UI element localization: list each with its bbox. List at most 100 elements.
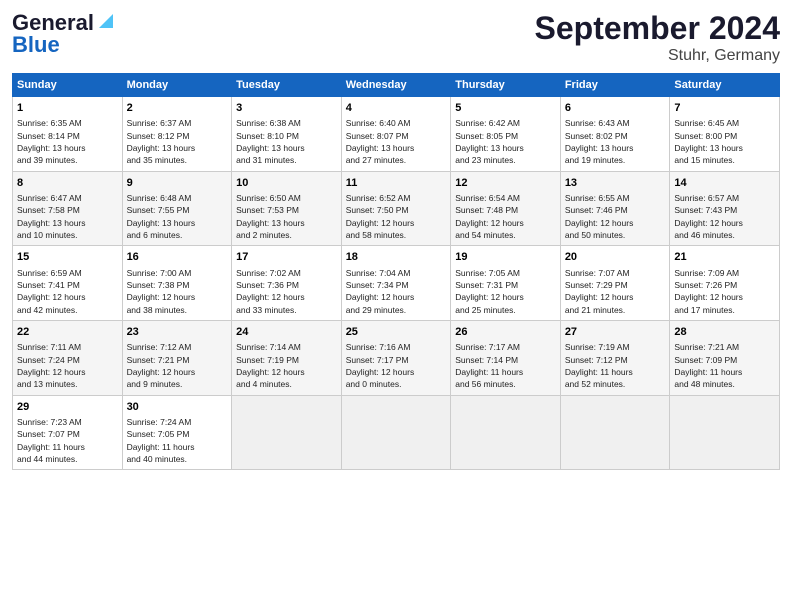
day-cell: 26Sunrise: 7:17 AMSunset: 7:14 PMDayligh… (451, 320, 561, 395)
day-number: 2 (127, 101, 228, 116)
day-cell: 15Sunrise: 6:59 AMSunset: 7:41 PMDayligh… (13, 246, 123, 321)
day-info-line: and 25 minutes. (455, 304, 556, 316)
day-number: 13 (565, 176, 666, 191)
day-cell: 9Sunrise: 6:48 AMSunset: 7:55 PMDaylight… (122, 171, 232, 246)
week-row-4: 22Sunrise: 7:11 AMSunset: 7:24 PMDayligh… (13, 320, 780, 395)
day-number: 18 (346, 250, 447, 265)
day-number: 10 (236, 176, 337, 191)
day-cell (341, 395, 451, 470)
day-info-line: and 6 minutes. (127, 229, 228, 241)
day-info-line: Daylight: 12 hours (236, 291, 337, 303)
day-cell: 10Sunrise: 6:50 AMSunset: 7:53 PMDayligh… (232, 171, 342, 246)
day-info-line: Sunset: 7:36 PM (236, 279, 337, 291)
day-info-line: Sunrise: 7:21 AM (674, 341, 775, 353)
day-info-line: Daylight: 13 hours (565, 142, 666, 154)
day-info-line: Sunset: 8:05 PM (455, 130, 556, 142)
day-number: 15 (17, 250, 118, 265)
day-number: 26 (455, 325, 556, 340)
day-cell: 12Sunrise: 6:54 AMSunset: 7:48 PMDayligh… (451, 171, 561, 246)
day-number: 3 (236, 101, 337, 116)
day-info-line: Sunset: 7:05 PM (127, 428, 228, 440)
day-cell: 13Sunrise: 6:55 AMSunset: 7:46 PMDayligh… (560, 171, 670, 246)
header-row: Sunday Monday Tuesday Wednesday Thursday… (13, 74, 780, 97)
day-info-line: and 54 minutes. (455, 229, 556, 241)
day-info-line: and 0 minutes. (346, 378, 447, 390)
day-cell: 24Sunrise: 7:14 AMSunset: 7:19 PMDayligh… (232, 320, 342, 395)
day-info-line: Sunrise: 7:09 AM (674, 267, 775, 279)
day-number: 27 (565, 325, 666, 340)
day-info-line: Daylight: 13 hours (17, 217, 118, 229)
week-row-2: 8Sunrise: 6:47 AMSunset: 7:58 PMDaylight… (13, 171, 780, 246)
day-cell: 19Sunrise: 7:05 AMSunset: 7:31 PMDayligh… (451, 246, 561, 321)
day-info-line: Sunrise: 6:54 AM (455, 192, 556, 204)
day-info-line: Sunset: 7:50 PM (346, 204, 447, 216)
day-cell: 22Sunrise: 7:11 AMSunset: 7:24 PMDayligh… (13, 320, 123, 395)
day-cell: 3Sunrise: 6:38 AMSunset: 8:10 PMDaylight… (232, 97, 342, 172)
day-info-line: Sunset: 7:14 PM (455, 354, 556, 366)
col-tuesday: Tuesday (232, 74, 342, 97)
day-cell: 16Sunrise: 7:00 AMSunset: 7:38 PMDayligh… (122, 246, 232, 321)
day-info-line: and 39 minutes. (17, 154, 118, 166)
day-info-line: Sunset: 7:46 PM (565, 204, 666, 216)
day-info-line: Sunrise: 6:38 AM (236, 117, 337, 129)
day-number: 30 (127, 400, 228, 415)
day-info-line: Sunrise: 6:52 AM (346, 192, 447, 204)
week-row-1: 1Sunrise: 6:35 AMSunset: 8:14 PMDaylight… (13, 97, 780, 172)
day-info-line: Sunset: 8:02 PM (565, 130, 666, 142)
day-info-line: Daylight: 12 hours (346, 291, 447, 303)
day-cell: 7Sunrise: 6:45 AMSunset: 8:00 PMDaylight… (670, 97, 780, 172)
day-info-line: Daylight: 11 hours (565, 366, 666, 378)
day-info-line: Daylight: 13 hours (127, 142, 228, 154)
day-info-line: Sunset: 7:29 PM (565, 279, 666, 291)
day-info-line: Sunrise: 7:04 AM (346, 267, 447, 279)
day-info-line: Daylight: 11 hours (674, 366, 775, 378)
col-thursday: Thursday (451, 74, 561, 97)
day-info-line: Sunrise: 7:24 AM (127, 416, 228, 428)
day-info-line: and 19 minutes. (565, 154, 666, 166)
day-cell: 30Sunrise: 7:24 AMSunset: 7:05 PMDayligh… (122, 395, 232, 470)
day-cell: 23Sunrise: 7:12 AMSunset: 7:21 PMDayligh… (122, 320, 232, 395)
day-info-line: Sunrise: 7:16 AM (346, 341, 447, 353)
day-info-line: Sunrise: 6:37 AM (127, 117, 228, 129)
logo-blue: Blue (12, 32, 60, 58)
day-cell: 5Sunrise: 6:42 AMSunset: 8:05 PMDaylight… (451, 97, 561, 172)
day-number: 19 (455, 250, 556, 265)
day-info-line: and 46 minutes. (674, 229, 775, 241)
day-info-line: Daylight: 13 hours (674, 142, 775, 154)
day-info-line: Daylight: 13 hours (17, 142, 118, 154)
logo-arrow-icon (95, 10, 117, 32)
day-info-line: Daylight: 12 hours (236, 366, 337, 378)
day-info-line: Sunrise: 7:02 AM (236, 267, 337, 279)
day-info-line: and 56 minutes. (455, 378, 556, 390)
day-info-line: Sunset: 8:12 PM (127, 130, 228, 142)
day-info-line: and 48 minutes. (674, 378, 775, 390)
day-number: 6 (565, 101, 666, 116)
day-info-line: and 21 minutes. (565, 304, 666, 316)
day-info-line: Sunrise: 6:45 AM (674, 117, 775, 129)
day-info-line: and 27 minutes. (346, 154, 447, 166)
day-info-line: Sunset: 7:09 PM (674, 354, 775, 366)
day-info-line: Daylight: 12 hours (17, 291, 118, 303)
col-friday: Friday (560, 74, 670, 97)
day-info-line: Sunset: 7:43 PM (674, 204, 775, 216)
day-number: 21 (674, 250, 775, 265)
day-info-line: Sunrise: 6:40 AM (346, 117, 447, 129)
day-number: 29 (17, 400, 118, 415)
day-info-line: Sunset: 8:00 PM (674, 130, 775, 142)
day-info-line: and 9 minutes. (127, 378, 228, 390)
day-info-line: Daylight: 11 hours (455, 366, 556, 378)
day-info-line: Sunrise: 6:47 AM (17, 192, 118, 204)
day-number: 23 (127, 325, 228, 340)
day-cell: 2Sunrise: 6:37 AMSunset: 8:12 PMDaylight… (122, 97, 232, 172)
day-cell: 8Sunrise: 6:47 AMSunset: 7:58 PMDaylight… (13, 171, 123, 246)
day-cell: 25Sunrise: 7:16 AMSunset: 7:17 PMDayligh… (341, 320, 451, 395)
day-info-line: Sunset: 7:58 PM (17, 204, 118, 216)
day-info-line: Sunset: 7:48 PM (455, 204, 556, 216)
day-number: 4 (346, 101, 447, 116)
day-info-line: and 23 minutes. (455, 154, 556, 166)
day-info-line: and 13 minutes. (17, 378, 118, 390)
day-number: 5 (455, 101, 556, 116)
day-cell: 18Sunrise: 7:04 AMSunset: 7:34 PMDayligh… (341, 246, 451, 321)
day-info-line: and 17 minutes. (674, 304, 775, 316)
day-info-line: Sunset: 8:10 PM (236, 130, 337, 142)
